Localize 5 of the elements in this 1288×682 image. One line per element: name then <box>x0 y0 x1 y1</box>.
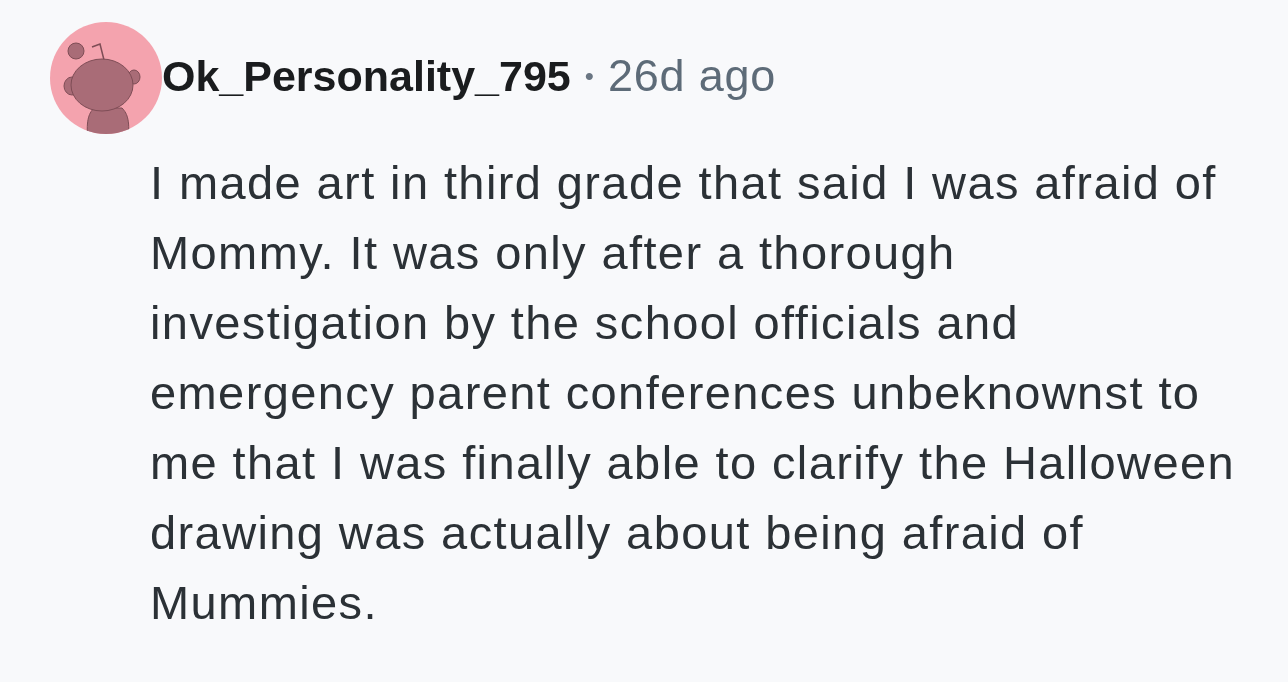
separator-dot: • <box>584 60 594 92</box>
avatar-icon <box>50 22 162 134</box>
timestamp: 26d ago <box>607 50 777 102</box>
username[interactable]: Ok_Personality_795 <box>162 51 571 101</box>
comment-text: I made art in third grade that said I was afraid of Mommy. It was only after a thorough investigation by the school officials and emergency parent conferences unbeknownst to me that I was finally able to clarify the Halloween drawing was actually about being afraid of Mummies. <box>150 155 1236 631</box>
